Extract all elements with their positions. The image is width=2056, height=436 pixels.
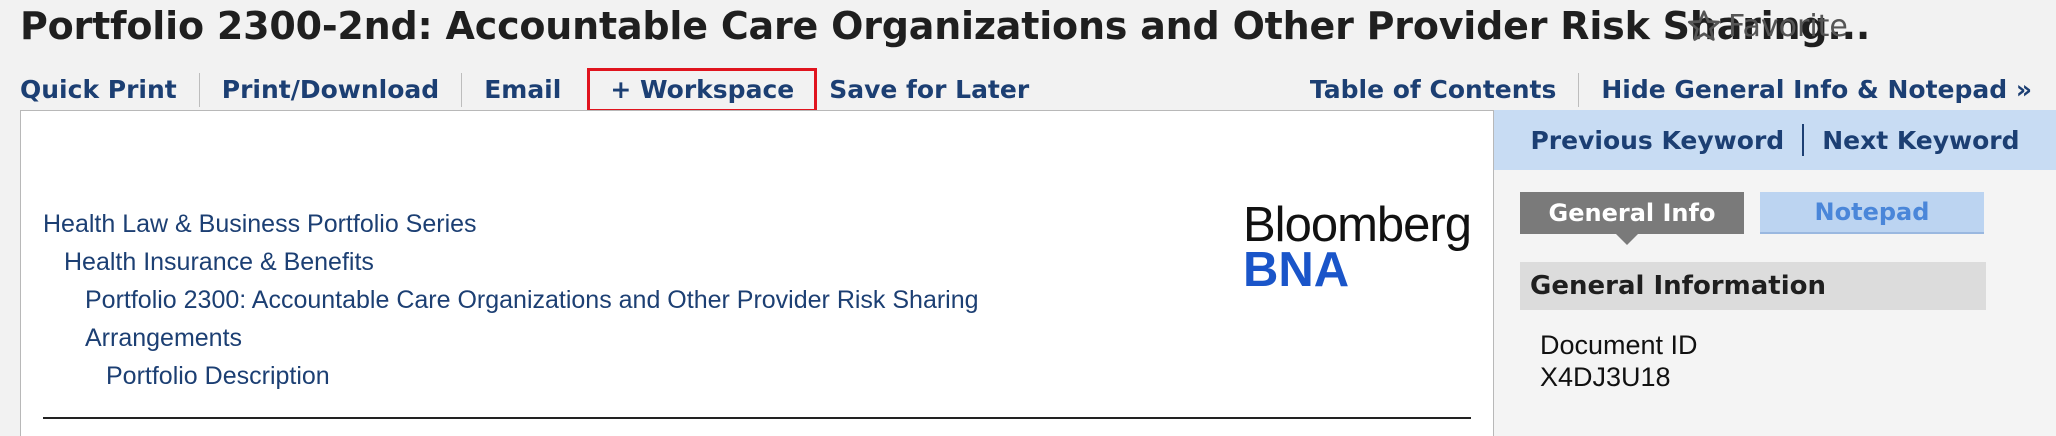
next-keyword-link[interactable]: Next Keyword [1804,126,2037,155]
save-for-later-link[interactable]: Save for Later [821,73,1051,107]
table-of-contents-link[interactable]: Table of Contents [1310,73,1578,107]
breadcrumb-category[interactable]: Health Insurance & Benefits [43,243,979,281]
logo-wordmark-bottom: BNA [1243,243,1350,297]
document-breadcrumb: Health Law & Business Portfolio Series H… [43,205,979,395]
add-to-workspace-link[interactable]: + Workspace [587,68,818,112]
print-download-link[interactable]: Print/Download [198,73,461,107]
breadcrumb-portfolio-continued[interactable]: Arrangements [43,319,979,357]
tab-general-info[interactable]: General Info [1520,192,1744,245]
breadcrumb-portfolio[interactable]: Portfolio 2300: Accountable Care Organiz… [43,281,979,319]
content-divider [43,417,1471,419]
breadcrumb-series[interactable]: Health Law & Business Portfolio Series [43,205,979,243]
page-title: Portfolio 2300-2nd: Accountable Care Org… [20,4,1871,48]
document-id-label: Document ID [1540,330,1698,360]
quick-print-link[interactable]: Quick Print [20,73,199,107]
email-link[interactable]: Email [461,73,583,107]
star-outline-icon [1687,10,1721,41]
hide-general-info-link[interactable]: Hide General Info & Notepad » [1578,73,2032,107]
general-info-panel: Previous Keyword Next Keyword General In… [1494,110,2056,436]
document-toolbar: Quick Print Print/Download Email + Works… [20,68,1051,112]
previous-keyword-link[interactable]: Previous Keyword [1512,126,1802,155]
favorite-label: Favorite [1728,8,1848,44]
breadcrumb-portfolio-description[interactable]: Portfolio Description [43,357,979,395]
tab-notepad[interactable]: Notepad [1760,192,1984,234]
general-information-heading: General Information [1520,262,1986,310]
document-id-value: X4DJ3U18 [1540,362,1671,392]
document-toolbar-right: Table of Contents Hide General Info & No… [1310,70,2032,110]
favorite-button[interactable]: Favorite [1686,8,1848,44]
keyword-navigation: Previous Keyword Next Keyword [1494,110,2056,170]
document-page: Portfolio 2300-2nd: Accountable Care Org… [0,0,2056,436]
document-content: Health Law & Business Portfolio Series H… [20,110,1494,436]
bloomberg-bna-logo: Bloomberg BNA [1243,201,1472,297]
